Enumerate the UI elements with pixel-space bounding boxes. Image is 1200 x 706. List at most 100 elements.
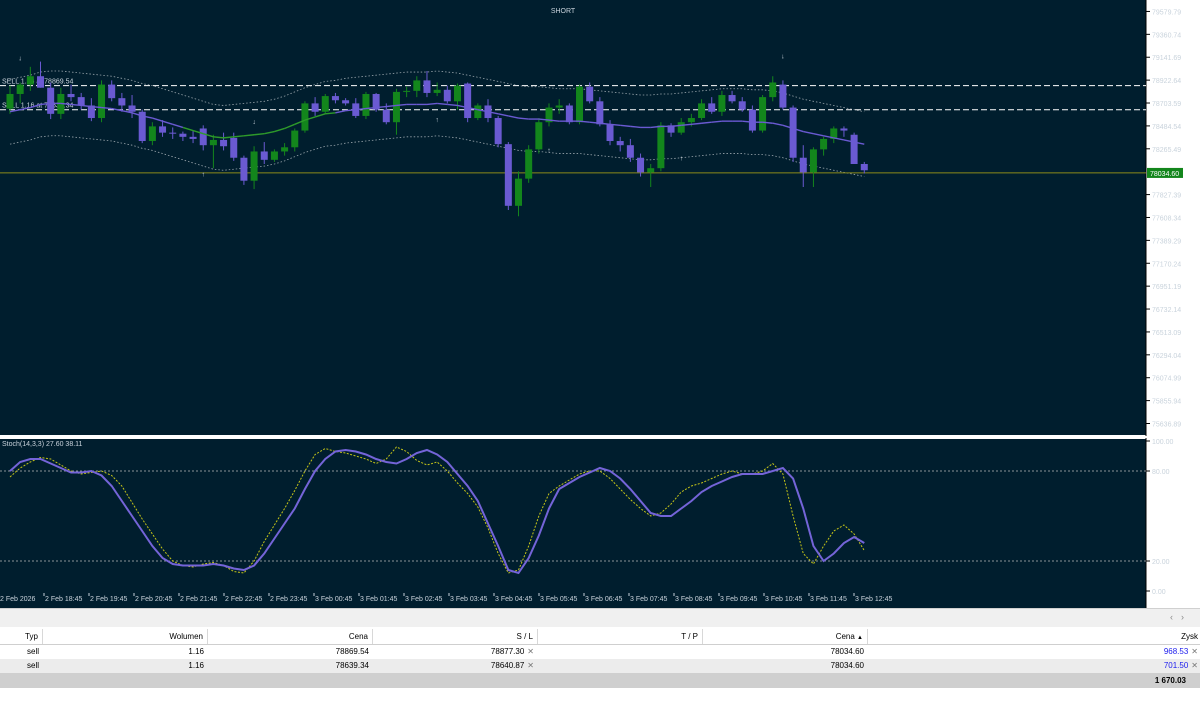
- sell-signal-arrow-icon: ↓: [781, 53, 785, 60]
- candle-body: [392, 91, 400, 123]
- candle-body: [169, 132, 177, 134]
- time-axis-tick: 2 Feb 23:45: [270, 596, 307, 603]
- candle-body: [769, 82, 777, 98]
- candle-body: [270, 151, 278, 160]
- candle-body: [403, 90, 411, 92]
- candle-body: [301, 103, 309, 131]
- time-axis-tick: 3 Feb 06:45: [585, 596, 622, 603]
- cell-type: sell: [27, 661, 40, 670]
- price-axis-tick: 76513.09: [1152, 330, 1181, 337]
- cell-tp[interactable]: [538, 659, 703, 673]
- candle-body: [26, 76, 34, 85]
- price-axis-tick: 76732.14: [1152, 307, 1181, 314]
- candle-body: [148, 126, 156, 142]
- cell-volume: 1.16: [188, 647, 204, 656]
- chart-window[interactable]: SELL 1.16 at 78869.54SELL 1.16 at 78639.…: [0, 0, 1200, 608]
- cell-price: 78639.34: [335, 661, 369, 670]
- candle-body: [687, 118, 695, 123]
- candle-body: [37, 76, 45, 88]
- buy-signal-arrow-icon: ↑: [435, 117, 439, 124]
- candle-body: [209, 139, 217, 146]
- time-axis-tick: 3 Feb 10:45: [765, 596, 802, 603]
- price-axis-tick: 78034.60: [1150, 171, 1179, 178]
- candle-body: [118, 98, 126, 106]
- stoch-pane-background: [0, 439, 1146, 593]
- cell-current-price: 78034.60: [830, 661, 864, 670]
- time-axis-tick: 2 Feb 19:45: [90, 596, 127, 603]
- candle-body: [220, 139, 228, 147]
- candle-body: [637, 157, 645, 173]
- candle-body: [708, 103, 716, 112]
- price-axis-tick: 79579.79: [1152, 9, 1181, 16]
- time-axis-tick: 3 Feb 12:45: [855, 596, 892, 603]
- candle-body: [474, 105, 482, 119]
- time-axis-tick: 3 Feb 11:45: [810, 596, 847, 603]
- price-axis-tick: 75855.94: [1152, 399, 1181, 406]
- price-axis-tick: 78484.54: [1152, 124, 1181, 131]
- candle-body: [677, 122, 685, 133]
- price-chart[interactable]: SELL 1.16 at 78869.54SELL 1.16 at 78639.…: [0, 0, 1200, 608]
- time-axis-tick: 3 Feb 03:45: [450, 596, 487, 603]
- candle-body: [464, 83, 472, 119]
- cell-type: sell: [27, 647, 40, 656]
- candle-body: [535, 122, 543, 150]
- time-axis-tick: 3 Feb 00:45: [315, 596, 352, 603]
- candle-body: [189, 136, 197, 139]
- candle-body: [809, 149, 817, 173]
- total-profit: 1 670.03: [1154, 676, 1186, 685]
- cell-tp[interactable]: [538, 645, 703, 659]
- table-row[interactable]: sell 1.16 78639.34 78640.87 ✕ 78034.60 70…: [0, 659, 1200, 673]
- time-axis-tick: 3 Feb 02:45: [405, 596, 442, 603]
- candle-body: [698, 103, 706, 119]
- close-position-icon[interactable]: ✕: [1191, 647, 1198, 656]
- col-profit[interactable]: Zysk: [868, 629, 1200, 644]
- candle-body: [423, 80, 431, 93]
- candle-body: [443, 89, 451, 102]
- candle-body: [738, 101, 746, 110]
- scroll-left-icon[interactable]: ‹: [1170, 612, 1181, 622]
- time-axis-tick: 3 Feb 09:45: [720, 596, 757, 603]
- close-position-icon[interactable]: ✕: [1191, 661, 1198, 670]
- candle-body: [453, 85, 461, 102]
- scroll-right-icon[interactable]: ›: [1181, 612, 1192, 622]
- candle-body: [748, 109, 756, 131]
- candle-body: [840, 128, 848, 131]
- col-price[interactable]: Cena: [208, 629, 373, 644]
- sell-signal-arrow-icon: ↓: [252, 119, 256, 126]
- table-row[interactable]: sell 1.16 78869.54 78877.30 ✕ 78034.60 96…: [0, 645, 1200, 659]
- price-axis-tick: 77389.29: [1152, 238, 1181, 245]
- candle-body: [331, 96, 339, 101]
- signal-label: SHORT: [551, 8, 576, 15]
- cell-sl[interactable]: 78877.30 ✕: [373, 645, 538, 659]
- candle-body: [596, 101, 604, 125]
- candle-body: [626, 145, 634, 158]
- stoch-axis-tick: 80.00: [1152, 469, 1170, 476]
- candle-body: [250, 151, 258, 181]
- candle-body: [759, 97, 767, 131]
- candle-body: [657, 125, 665, 169]
- candle-body: [108, 84, 116, 99]
- cell-sl[interactable]: 78640.87 ✕: [373, 659, 538, 673]
- price-axis-tick: 78265.49: [1152, 147, 1181, 154]
- col-type[interactable]: Typ: [0, 629, 43, 644]
- sort-ascending-icon: ▲: [857, 635, 863, 641]
- remove-sl-icon[interactable]: ✕: [527, 647, 534, 656]
- stoch-axis-tick: 0.00: [1152, 589, 1166, 596]
- candle-body: [382, 109, 390, 123]
- time-axis-tick: 2 Feb 20:45: [135, 596, 172, 603]
- col-tp[interactable]: T / P: [538, 629, 703, 644]
- col-volume[interactable]: Wolumen: [43, 629, 208, 644]
- remove-sl-icon[interactable]: ✕: [527, 661, 534, 670]
- table-total-row: 1 670.03: [0, 673, 1200, 688]
- stoch-indicator-label: Stoch(14,3,3) 27.60 38.11: [2, 441, 83, 448]
- col-current-price[interactable]: Cena ▲: [703, 629, 868, 644]
- candle-body: [799, 157, 807, 173]
- time-axis-tick: 2 Feb 22:45: [225, 596, 262, 603]
- time-axis-tick: 3 Feb 01:45: [360, 596, 397, 603]
- price-axis-tick: 77608.34: [1152, 215, 1181, 222]
- col-sl[interactable]: S / L: [373, 629, 538, 644]
- candle-body: [128, 105, 136, 112]
- candle-body: [321, 96, 329, 112]
- buy-signal-arrow-icon: ↑: [679, 156, 683, 163]
- candle-body: [6, 93, 14, 109]
